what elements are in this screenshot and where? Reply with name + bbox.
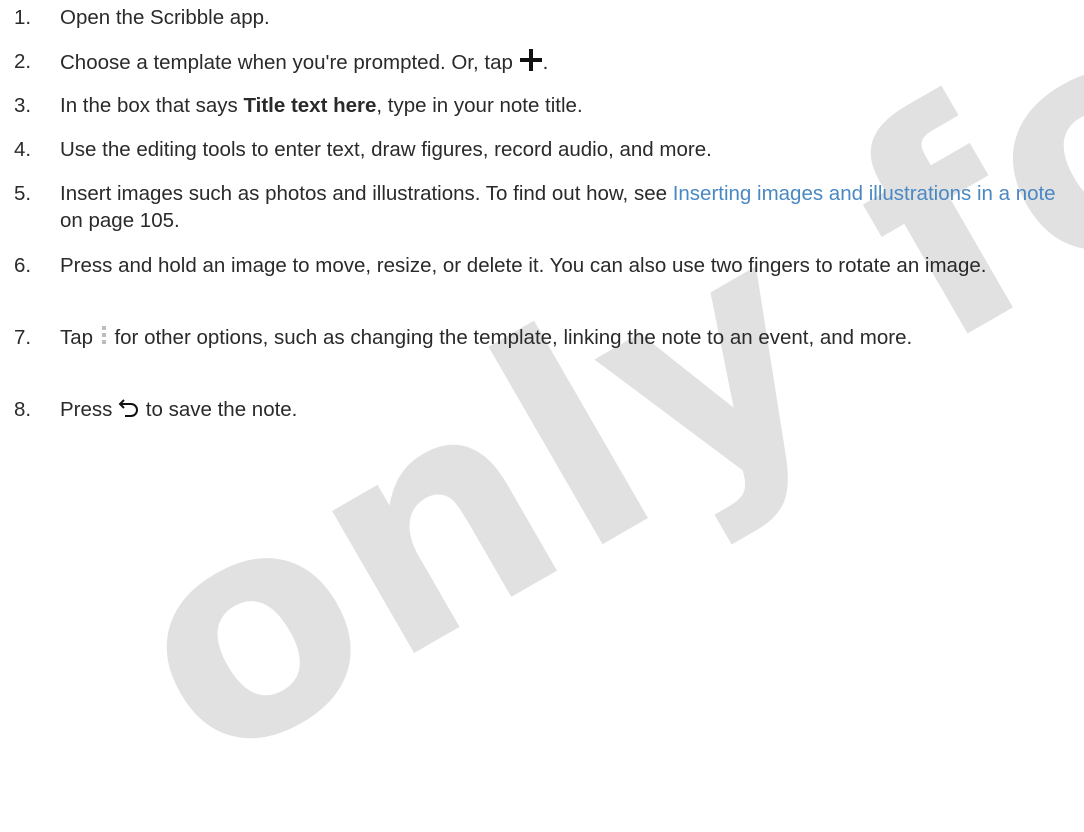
step-2: 2. Choose a template when you're prompte… <box>0 48 1076 79</box>
step-text-part: Press <box>60 398 119 421</box>
step-text: Insert images such as photos and illustr… <box>60 180 1070 234</box>
step-3: 3. In the box that says Title text here,… <box>0 92 1076 119</box>
step-text: Press and hold an image to move, resize,… <box>60 254 987 277</box>
step-text: In the box that says Title text here, ty… <box>60 92 1070 119</box>
step-text-part: . <box>542 50 549 74</box>
step-text: Press to save the note. <box>60 396 1070 424</box>
step-number: 4. <box>14 138 32 161</box>
back-icon <box>118 397 140 424</box>
step-number: 7. <box>14 326 32 349</box>
step-text-part: Tap <box>60 326 99 349</box>
step-7: 7. Tap for other options, such as changi… <box>0 324 1076 353</box>
step-number: 5. <box>14 182 32 205</box>
step-5: 5. Insert images such as photos and illu… <box>0 180 1076 234</box>
step-number: 3. <box>14 94 32 117</box>
step-text-part: Choose a template when you're prompted. … <box>60 50 519 74</box>
inserting-images-link[interactable]: Inserting images and illustrations in a … <box>673 182 1056 205</box>
ui-label-title-text: Title text here <box>243 94 377 117</box>
step-text-part: on page 105. <box>60 209 180 232</box>
overflow-menu-icon <box>99 324 109 353</box>
step-1: 1. Open the Scribble app. <box>0 4 1076 31</box>
step-text-part: to save the note. <box>140 398 298 421</box>
step-text-part: In the box that says <box>60 94 244 117</box>
step-text: Choose a template when you're prompted. … <box>60 48 1070 79</box>
step-text-part: for other options, such as changing the … <box>108 326 913 349</box>
plus-icon <box>519 48 543 79</box>
step-8: 8. Press to save the note. <box>0 396 1076 424</box>
step-6: 6. Press and hold an image to move, resi… <box>0 252 1076 279</box>
step-number: 2. <box>14 50 32 73</box>
step-number: 8. <box>14 398 32 421</box>
step-text-part: Insert images such as photos and illustr… <box>60 182 673 205</box>
step-text: Tap for other options, such as changing … <box>60 324 1070 353</box>
step-text-part: , type in your note title. <box>376 94 583 117</box>
step-number: 6. <box>14 254 32 277</box>
step-text: Open the Scribble app. <box>60 6 270 29</box>
step-number: 1. <box>14 6 32 29</box>
step-text: Use the editing tools to enter text, dra… <box>60 138 712 161</box>
step-4: 4. Use the editing tools to enter text, … <box>0 136 1076 163</box>
